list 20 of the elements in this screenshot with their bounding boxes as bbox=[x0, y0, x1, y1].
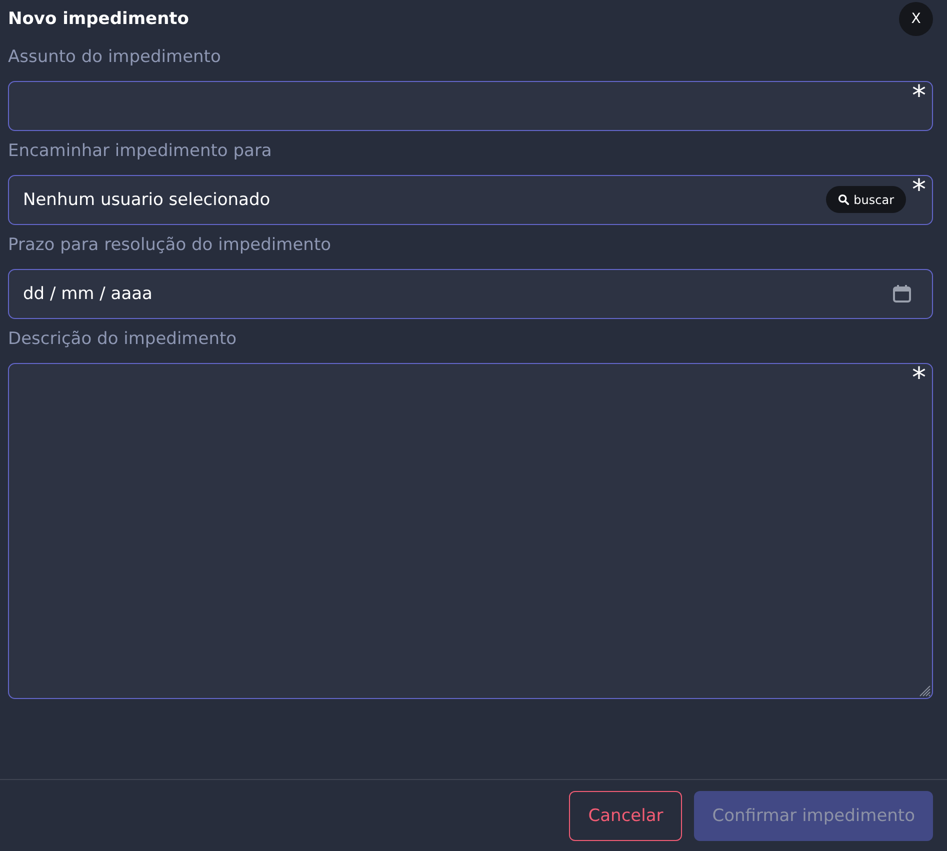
field-label: Prazo para resolução do impedimento bbox=[8, 234, 332, 257]
input-field[interactable]: * bbox=[8, 81, 933, 131]
required-mark: * bbox=[912, 82, 926, 110]
close-button[interactable]: X bbox=[899, 2, 933, 36]
field-label: Assunto do impedimento bbox=[8, 46, 222, 69]
description-field[interactable]: * bbox=[8, 363, 933, 699]
resize-handle-icon[interactable] bbox=[917, 683, 931, 697]
field-label: Encaminhar impedimento para bbox=[8, 140, 273, 163]
calendar-icon[interactable] bbox=[892, 284, 912, 304]
date-field[interactable]: dd / mm / aaaa bbox=[8, 269, 933, 319]
dialog-title: Novo impedimento bbox=[8, 9, 189, 29]
required-mark: * bbox=[912, 364, 926, 392]
search-icon bbox=[838, 194, 849, 205]
date-placeholder: dd / mm / aaaa bbox=[23, 284, 152, 304]
cancel-button[interactable]: Cancelar bbox=[569, 790, 682, 840]
required-mark: * bbox=[912, 176, 926, 204]
user-field[interactable]: Nenhum usuario selecionado buscar * bbox=[8, 175, 933, 225]
search-button[interactable]: buscar bbox=[826, 186, 906, 213]
field-value: Nenhum usuario selecionado bbox=[23, 190, 270, 210]
field-label: Descrição do impedimento bbox=[8, 328, 238, 351]
